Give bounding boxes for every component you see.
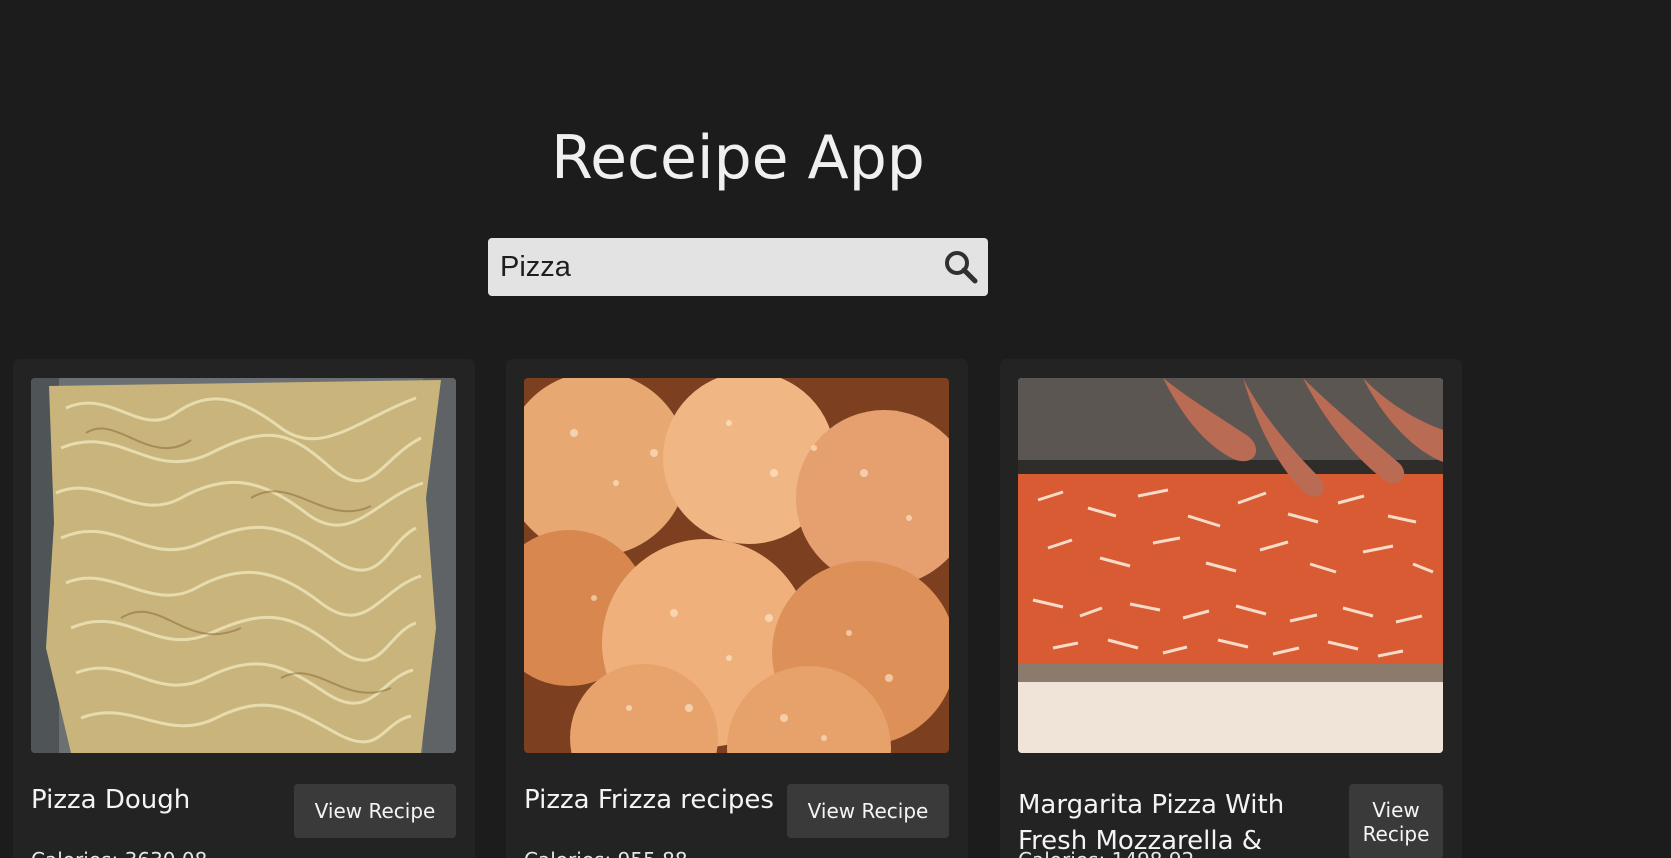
margarita-pizza-picture [1018,378,1443,753]
recipe-image [524,378,949,753]
recipe-card: Pizza Frizza recipes View Recipe Calorie… [506,359,968,858]
view-recipe-button[interactable]: View Recipe [787,784,949,838]
search-box [488,238,988,296]
search-input[interactable] [488,238,928,296]
recipe-calories: Calories: 955.88 [524,847,688,858]
recipe-calories: Calories: 1498.92 [1018,847,1194,858]
recipe-image [1018,378,1443,753]
recipe-app-page: Receipe App Pizza Pizza Dough View Recip… [0,0,1671,858]
app-title: Receipe App [551,123,925,193]
recipe-image [31,378,456,753]
view-recipe-button[interactable]: View Recipe [1349,784,1443,858]
recipe-title: Pizza Dough [31,785,191,815]
recipe-title: Pizza Frizza recipes [524,785,774,815]
pizza-dough-picture [31,378,456,753]
recipe-calories: Calories: 3630.08 [31,847,207,858]
search-icon[interactable] [942,248,980,286]
pizza-frizza-picture [524,378,949,753]
view-recipe-button[interactable]: View Recipe [294,784,456,838]
recipe-card: Margarita Pizza With Fresh Mozzarella & … [1000,359,1462,858]
recipe-card: Pizza Dough View Recipe Calories: 3630.0… [13,359,475,858]
